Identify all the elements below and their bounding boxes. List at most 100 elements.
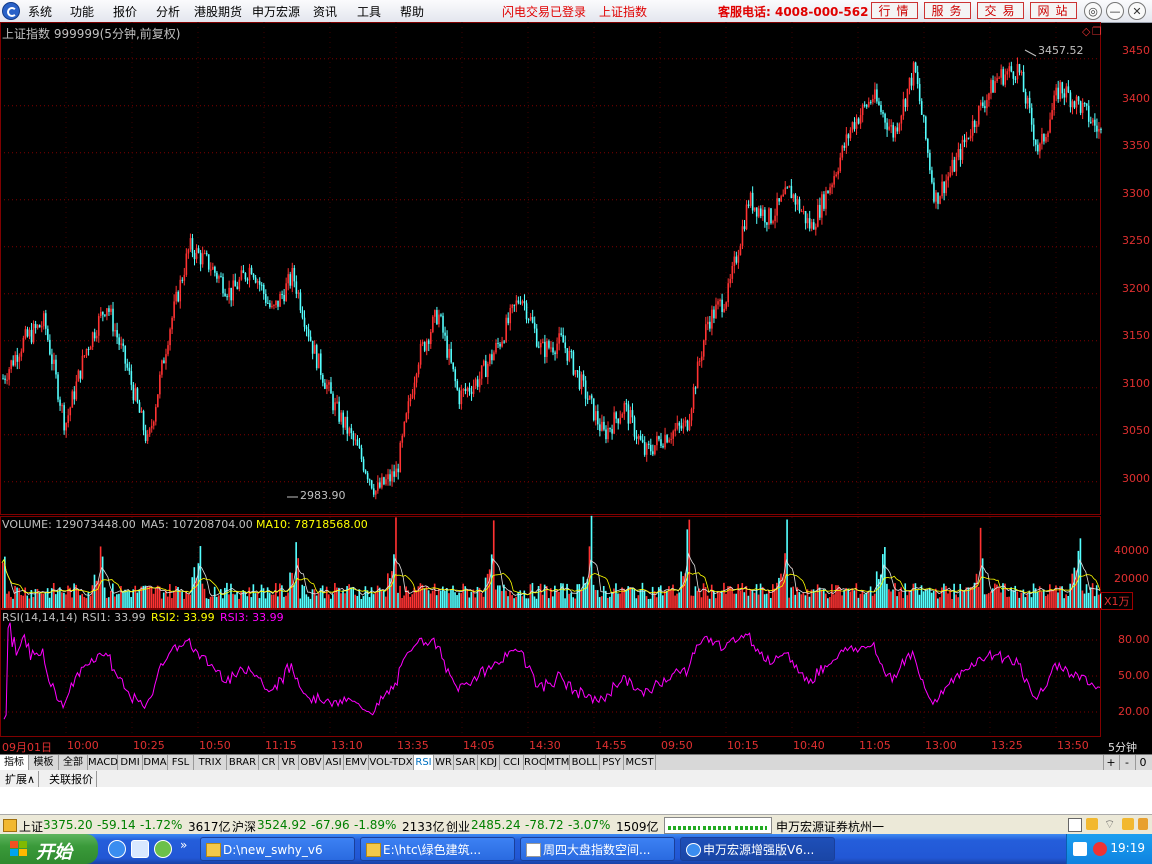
menu-help[interactable]: 帮助 xyxy=(400,3,424,20)
task-button[interactable]: 周四大盘指数空间... xyxy=(520,837,675,861)
menu-analysis[interactable]: 分析 xyxy=(156,3,180,20)
quicklaunch-icon[interactable] xyxy=(131,840,149,858)
lock-status-icon[interactable] xyxy=(1138,818,1148,830)
volume-bar xyxy=(207,598,210,608)
volume-bar xyxy=(700,597,703,608)
volume-bar xyxy=(109,590,112,608)
candle-body xyxy=(250,267,253,275)
indicator-tab-mcst[interactable]: MCST xyxy=(624,755,656,770)
trade-button[interactable]: 交易 xyxy=(977,2,1024,19)
indicator-tab-vr[interactable]: VR xyxy=(279,755,299,770)
volume-bar xyxy=(234,594,236,608)
indicator-tab-emv[interactable]: EMV xyxy=(344,755,369,770)
indicator-tab-kdj[interactable]: KDJ xyxy=(478,755,500,770)
volume-bar xyxy=(884,547,886,608)
tab-expand[interactable]: 扩展∧ xyxy=(2,771,40,787)
indicator-tab-voltdx[interactable]: VOL-TDX xyxy=(369,755,414,770)
candle-body xyxy=(998,77,1000,79)
tray-network-icon[interactable] xyxy=(1073,842,1087,856)
candle-body xyxy=(973,120,976,128)
minimize-icon[interactable]: — xyxy=(1106,2,1124,20)
task-button[interactable]: E:\htc\绿色建筑... xyxy=(360,837,515,861)
indicator-tab-brar[interactable]: BRAR xyxy=(227,755,259,770)
layout-icon[interactable] xyxy=(1068,818,1082,832)
indicator-tab-cr[interactable]: CR xyxy=(259,755,279,770)
volume-bar xyxy=(350,587,352,608)
chart-menu-icon[interactable]: ◇ xyxy=(1082,25,1090,38)
sh-change: -59.14 xyxy=(97,818,136,832)
indicator-tab-dmi[interactable]: DMI xyxy=(118,755,143,770)
zoom-reset-button[interactable]: 0 xyxy=(1135,755,1150,770)
menu-hk-futures[interactable]: 港股期货 xyxy=(194,3,242,20)
candle-body xyxy=(1061,82,1064,94)
start-button[interactable]: 开始 xyxy=(0,834,98,864)
volume-bar xyxy=(105,597,108,608)
volume-bar xyxy=(865,592,868,608)
indicator-tab-dma[interactable]: DMA xyxy=(143,755,168,770)
volume-bar xyxy=(421,584,424,608)
candle-body xyxy=(804,211,807,224)
task-button-active[interactable]: 申万宏源增强版V6... xyxy=(680,837,835,861)
volume-bar xyxy=(1012,590,1015,608)
tray-security-icon[interactable] xyxy=(1093,842,1107,856)
service-button[interactable]: 服务 xyxy=(924,2,971,19)
menu-system[interactable]: 系统 xyxy=(28,3,52,20)
volume-bar xyxy=(985,594,988,608)
candle-body xyxy=(599,424,601,431)
lock-icon[interactable] xyxy=(3,819,17,832)
tab-related-quote[interactable]: 关联报价 xyxy=(46,771,97,787)
time-label: 13:35 xyxy=(397,739,429,752)
menu-info[interactable]: 资讯 xyxy=(313,3,337,20)
indicator-tab-rsi[interactable]: RSI xyxy=(414,755,434,770)
menu-function[interactable]: 功能 xyxy=(70,3,94,20)
volume-bar xyxy=(42,593,45,608)
indicator-tab-roc[interactable]: ROC xyxy=(524,755,546,770)
website-button[interactable]: 网站 xyxy=(1030,2,1077,19)
task-button[interactable]: D:\new_swhy_v6 xyxy=(200,837,355,861)
kline-chart[interactable] xyxy=(0,22,1152,738)
indicator-tab-fsl[interactable]: FSL xyxy=(168,755,194,770)
indicator-tab-cci[interactable]: CCI xyxy=(500,755,524,770)
period-selector[interactable]: 5分钟 xyxy=(1108,739,1137,755)
zoom-out-button[interactable]: - xyxy=(1119,755,1134,770)
indicator-tab-trix[interactable]: TRIX xyxy=(194,755,227,770)
quicklaunch-more-icon[interactable]: » xyxy=(180,838,187,852)
indicator-tab-boll[interactable]: BOLL xyxy=(570,755,600,770)
candle-body xyxy=(393,471,395,477)
indicator-tab-sar[interactable]: SAR xyxy=(454,755,478,770)
menu-settings-icon[interactable]: ◎ xyxy=(1084,2,1102,20)
volume-bar xyxy=(951,598,953,608)
menu-swhy[interactable]: 申万宏源 xyxy=(252,3,300,20)
indicator-tab-obv[interactable]: OBV xyxy=(299,755,324,770)
indicator-tab-[interactable]: 全部 xyxy=(59,755,88,770)
signal-icon[interactable]: ⌔ xyxy=(1104,817,1115,832)
current-index-link[interactable]: 上证指数 xyxy=(599,3,647,20)
candle-body xyxy=(643,442,646,455)
ie-icon[interactable] xyxy=(108,840,126,858)
indicator-tab-wr[interactable]: WR xyxy=(434,755,454,770)
indicator-tab-[interactable]: 指标 xyxy=(0,755,29,770)
indicator-tab-asi[interactable]: ASI xyxy=(324,755,344,770)
candle-body xyxy=(55,359,57,375)
market-button[interactable]: 行情 xyxy=(871,2,918,19)
volume-bar xyxy=(989,591,992,608)
volume-bar xyxy=(1087,592,1090,608)
close-icon[interactable]: ✕ xyxy=(1128,2,1146,20)
zoom-in-button[interactable]: + xyxy=(1103,755,1118,770)
menu-tools[interactable]: 工具 xyxy=(357,3,381,20)
indicator-tab-[interactable]: 模板 xyxy=(29,755,59,770)
menu-quote[interactable]: 报价 xyxy=(113,3,137,20)
volume-bar xyxy=(859,593,862,608)
candle-body xyxy=(368,479,371,481)
browser-icon[interactable] xyxy=(154,840,172,858)
chart-restore-icon[interactable]: ❐ xyxy=(1092,25,1102,38)
indicator-tab-macd[interactable]: MACD xyxy=(88,755,118,770)
chart-area[interactable]: 上证指数 999999(5分钟,前复权) ◇ ❐ 3457.52 2983.90… xyxy=(0,22,1152,738)
indicator-tab-mtm[interactable]: MTM xyxy=(546,755,570,770)
msg-icon[interactable] xyxy=(1086,818,1098,830)
alert-icon[interactable] xyxy=(1122,818,1134,830)
candle-body xyxy=(476,379,479,387)
indicator-tab-psy[interactable]: PSY xyxy=(600,755,624,770)
candle-body xyxy=(698,360,701,362)
volume-bar xyxy=(1067,595,1070,608)
